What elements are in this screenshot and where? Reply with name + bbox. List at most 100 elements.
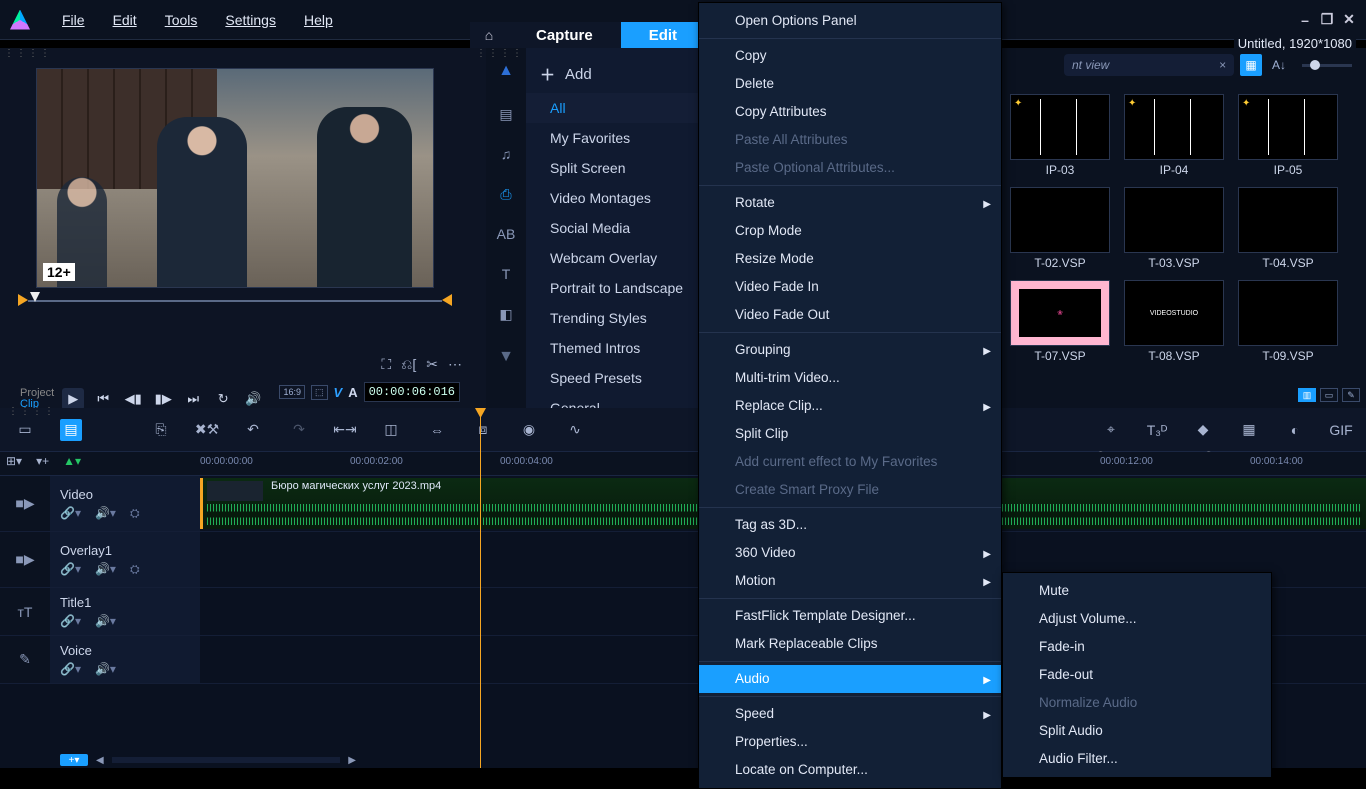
link-icon[interactable]: 🔗▾ — [60, 562, 81, 577]
crop-chip-icon[interactable]: ⬚ — [311, 385, 328, 400]
redo-icon[interactable]: ↷ — [288, 419, 310, 441]
ripple-toggle-icon[interactable]: ▲▾ — [63, 454, 81, 468]
go-end-button[interactable]: ⏭ — [182, 388, 204, 410]
add-track-button[interactable]: +▾ — [60, 754, 88, 766]
context-menu-item[interactable]: 360 Video▶ — [699, 539, 1001, 567]
add-marker-icon[interactable]: ▾+ — [36, 454, 49, 468]
lock-icon[interactable]: ⛭ — [130, 562, 140, 577]
context-menu-item[interactable]: Crop Mode — [699, 217, 1001, 245]
play-button[interactable]: ▶ — [62, 388, 84, 410]
gif-icon[interactable]: GIF — [1330, 419, 1352, 441]
preview-timecode[interactable]: 00:00:06:016 — [364, 382, 460, 402]
category-item[interactable]: All — [526, 93, 706, 123]
chroma-icon[interactable]: ▦ — [1238, 419, 1260, 441]
mute-track-icon[interactable]: 🔊▾ — [95, 614, 116, 628]
track-type-icon[interactable]: ᴛT — [0, 588, 50, 635]
category-item[interactable]: Split Screen — [526, 153, 706, 183]
track-type-icon[interactable]: ■▶ — [0, 476, 50, 531]
track-header[interactable]: Overlay1🔗▾🔊▾⛭ — [50, 532, 200, 587]
category-item[interactable]: Trending Styles — [526, 303, 706, 333]
link-icon[interactable]: 🔗▾ — [60, 662, 81, 676]
track-type-icon[interactable]: ✎ — [0, 636, 50, 683]
split-clip-icon[interactable]: ⎌[ — [401, 356, 416, 373]
context-menu-item[interactable]: Mute — [1003, 577, 1271, 605]
minimize-icon[interactable]: – — [1296, 11, 1314, 29]
context-menu-item[interactable]: Video Fade In — [699, 273, 1001, 301]
mark-out-icon[interactable] — [440, 294, 452, 306]
pan-zoom-icon[interactable]: ⌖ — [1100, 419, 1122, 441]
category-item[interactable]: Webcam Overlay — [526, 243, 706, 273]
panel-layout-1-icon[interactable]: ▥ — [1298, 388, 1316, 402]
rail-titles-icon[interactable]: T — [494, 264, 518, 284]
link-icon[interactable]: 🔗▾ — [60, 506, 81, 521]
context-menu-item[interactable]: Speed▶ — [699, 700, 1001, 728]
seek-bar[interactable] — [10, 294, 460, 308]
add-category-button[interactable]: ＋Add — [526, 56, 706, 93]
library-thumb[interactable]: T-03.VSP — [1124, 187, 1224, 270]
context-menu-item[interactable]: Video Fade Out — [699, 301, 1001, 329]
link-icon[interactable]: 🔗▾ — [60, 614, 81, 628]
slide-tool-icon[interactable]: ⧈ — [472, 419, 494, 441]
category-item[interactable]: Portrait to Landscape — [526, 273, 706, 303]
timeline-playhead[interactable] — [480, 408, 481, 768]
rail-down-icon[interactable]: ▼ — [486, 344, 526, 370]
thumb-zoom-slider[interactable] — [1302, 64, 1352, 67]
context-menu-item[interactable]: Split Audio — [1003, 717, 1271, 745]
panel-layout-2-icon[interactable]: ▭ — [1320, 388, 1338, 402]
context-menu-item[interactable]: Open Options Panel — [699, 7, 1001, 35]
track-type-icon[interactable]: ■▶ — [0, 532, 50, 587]
context-menu-item[interactable]: Audio Filter... — [1003, 745, 1271, 773]
cut-icon[interactable]: ✂ — [426, 356, 438, 373]
panel-grip[interactable]: ⋮⋮⋮⋮ — [0, 48, 470, 60]
mixer-icon[interactable]: ∿ — [564, 419, 586, 441]
next-frame-button[interactable]: ▮▶ — [152, 388, 174, 410]
category-item[interactable]: Video Montages — [526, 183, 706, 213]
library-thumb[interactable]: ❀T-07.VSP — [1010, 280, 1110, 363]
context-menu-item[interactable]: Multi-trim Video... — [699, 364, 1001, 392]
undo-icon[interactable]: ↶ — [242, 419, 264, 441]
library-search-input[interactable]: nt view× — [1064, 54, 1234, 76]
category-item[interactable]: Speed Presets — [526, 363, 706, 393]
rail-templates-icon[interactable]: ⎙ — [494, 184, 518, 204]
menu-file[interactable]: File — [48, 6, 99, 34]
context-menu-item[interactable]: Replace Clip...▶ — [699, 392, 1001, 420]
category-item[interactable]: My Favorites — [526, 123, 706, 153]
rail-up-icon[interactable]: ▲ — [486, 58, 526, 84]
context-menu-item[interactable]: Rotate▶ — [699, 189, 1001, 217]
context-menu-item[interactable]: Split Clip — [699, 420, 1001, 448]
panel-layout-3-icon[interactable]: ✎ — [1342, 388, 1360, 402]
context-menu-item[interactable]: Mark Replaceable Clips — [699, 630, 1001, 658]
context-menu-item[interactable]: Locate on Computer... — [699, 756, 1001, 784]
tools-icon[interactable]: ✖⚒ — [196, 419, 218, 441]
category-item[interactable]: Themed Intros — [526, 333, 706, 363]
menu-edit[interactable]: Edit — [99, 6, 151, 34]
mute-track-icon[interactable]: 🔊▾ — [95, 506, 116, 521]
library-thumb[interactable]: VIDEOSTUDIOT-08.VSP — [1124, 280, 1224, 363]
capture-tab[interactable]: Capture — [508, 22, 621, 48]
aspect-chip[interactable]: 16:9 — [279, 385, 305, 399]
library-thumb[interactable]: T-02.VSP — [1010, 187, 1110, 270]
menu-help[interactable]: Help — [290, 6, 347, 34]
category-item[interactable]: Social Media — [526, 213, 706, 243]
lock-icon[interactable]: ⛭ — [130, 506, 140, 521]
timeline-hscroll[interactable]: +▾ ◀ ▶ — [60, 754, 360, 766]
clear-search-icon[interactable]: × — [1219, 58, 1226, 72]
timeline-ruler[interactable]: ⊞▾ ▾+ ▲▾ 00:00:00:00 00:00:02:00 00:00:0… — [0, 452, 1366, 476]
enlarge-icon[interactable]: ⛶ — [381, 356, 391, 373]
color-icon[interactable]: ◐ — [1284, 419, 1306, 441]
rail-overlays-icon[interactable]: ◧ — [494, 304, 518, 324]
menu-tools[interactable]: Tools — [151, 6, 212, 34]
view-grid-icon[interactable]: ▦ — [1240, 54, 1262, 76]
fit-project-icon[interactable]: ⇤⇥ — [334, 419, 356, 441]
record-icon[interactable]: ◉ — [518, 419, 540, 441]
context-menu-item[interactable]: Motion▶ — [699, 567, 1001, 595]
home-tab[interactable]: ⌂ — [470, 22, 508, 48]
context-menu-item[interactable]: Grouping▶ — [699, 336, 1001, 364]
scroll-left-icon[interactable]: ◀ — [92, 755, 108, 766]
3d-title-icon[interactable]: T₃ᴰ — [1146, 419, 1168, 441]
loop-button[interactable]: ↻ — [212, 388, 234, 410]
maximize-icon[interactable]: ❐ — [1318, 11, 1336, 29]
volume-button[interactable]: 🔊 — [242, 388, 264, 410]
video-preview[interactable]: 12+ — [36, 68, 434, 288]
rail-audio-icon[interactable]: ♫ — [494, 144, 518, 164]
